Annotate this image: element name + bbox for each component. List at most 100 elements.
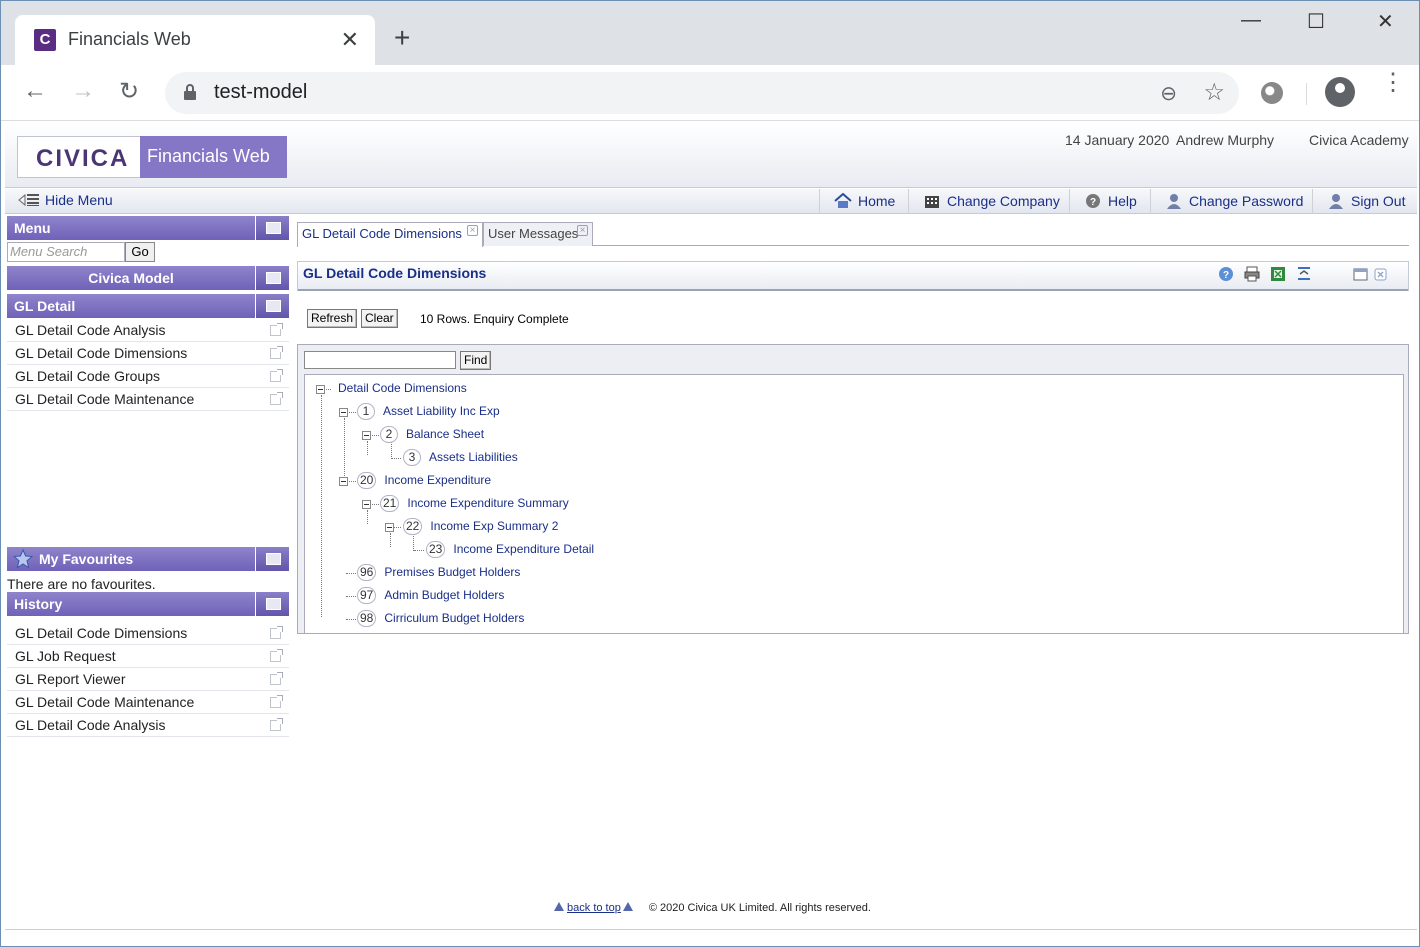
tree-node[interactable]: 21 Income Expenditure Summary [380, 494, 569, 514]
tree-connector [344, 418, 345, 478]
minimize-icon[interactable]: — [1241, 9, 1261, 32]
change-company-link[interactable]: Change Company [908, 189, 1060, 214]
panel-header: GL Detail Code Dimensions ? [297, 261, 1409, 291]
history-item[interactable]: GL Detail Code Maintenance [7, 691, 289, 714]
close-panel-icon[interactable] [1373, 266, 1389, 282]
back-icon[interactable]: ← [23, 77, 47, 105]
tree-node[interactable]: 98 Cirriculum Budget Holders [357, 609, 524, 629]
sidebar-item-gl-detail-code-maintenance[interactable]: GL Detail Code Maintenance [7, 388, 289, 411]
tree-node[interactable]: 3 Assets Liabilities [403, 448, 518, 468]
history-item[interactable]: GL Report Viewer [7, 668, 289, 691]
favourites-toggle-icon[interactable] [255, 547, 289, 571]
open-external-icon[interactable] [270, 369, 283, 382]
tree-node-label: Income Expenditure Detail [453, 542, 595, 556]
menu-search-go-button[interactable]: Go [125, 242, 155, 262]
close-tab-icon[interactable]: × [467, 225, 478, 236]
help-icon[interactable]: ? [1218, 266, 1234, 282]
tree-connector [346, 596, 356, 597]
open-external-icon[interactable] [270, 323, 283, 336]
extension-icon[interactable] [1261, 82, 1283, 104]
print-icon[interactable] [1244, 266, 1260, 282]
collapse-toggle-icon[interactable] [385, 523, 394, 532]
change-password-link[interactable]: Change Password [1150, 189, 1303, 214]
history-item[interactable]: GL Detail Code Dimensions [7, 622, 289, 645]
close-tab-icon[interactable]: ✕ [341, 27, 359, 53]
tree-root-node[interactable]: Detail Code Dimensions [338, 379, 467, 399]
sidebar-item-label: GL Detail Code Groups [15, 368, 160, 384]
tab-user-messages[interactable]: User Messages × [483, 222, 593, 246]
gl-detail-header[interactable]: GL Detail [7, 294, 289, 318]
collapse-toggle-icon[interactable] [316, 385, 325, 394]
collapse-panel-icon[interactable] [1296, 266, 1312, 282]
sidebar-item-gl-detail-code-analysis[interactable]: GL Detail Code Analysis [7, 319, 289, 342]
reload-icon[interactable]: ↻ [119, 77, 139, 106]
hide-menu-button[interactable]: Hide Menu [17, 192, 113, 208]
tree-node[interactable]: 22 Income Exp Summary 2 [403, 517, 558, 537]
open-external-icon[interactable] [270, 346, 283, 359]
open-external-icon[interactable] [270, 649, 283, 662]
open-external-icon[interactable] [270, 626, 283, 639]
open-external-icon[interactable] [270, 718, 283, 731]
civica-model-title: Civica Model [88, 270, 174, 286]
tree-node-label: Assets Liabilities [429, 450, 518, 464]
civica-model-header[interactable]: Civica Model [7, 266, 289, 290]
tree-node[interactable]: 23 Income Expenditure Detail [426, 540, 594, 560]
address-bar[interactable]: test-model ⊖ ☆ [165, 72, 1239, 114]
bookmark-star-icon[interactable]: ☆ [1203, 78, 1225, 107]
open-external-icon[interactable] [270, 392, 283, 405]
tab-gl-detail-code-dimensions[interactable]: GL Detail Code Dimensions × [297, 222, 483, 247]
sidebar-item-gl-detail-code-groups[interactable]: GL Detail Code Groups [7, 365, 289, 388]
civica-model-toggle-icon[interactable] [255, 266, 289, 290]
history-item[interactable]: GL Job Request [7, 645, 289, 668]
open-external-icon[interactable] [270, 672, 283, 685]
forward-icon[interactable]: → [71, 77, 95, 105]
home-link[interactable]: Home [819, 189, 895, 214]
tree-node[interactable]: 97 Admin Budget Holders [357, 586, 504, 606]
history-toggle-icon[interactable] [255, 592, 289, 616]
tree-node[interactable]: 20 Income Expenditure [357, 471, 491, 491]
history-item[interactable]: GL Detail Code Analysis [7, 714, 289, 737]
civica-favicon-icon: C [34, 29, 56, 51]
history-header[interactable]: History [7, 592, 289, 616]
profile-avatar-icon[interactable] [1325, 77, 1355, 107]
close-window-icon[interactable]: ✕ [1377, 9, 1394, 34]
browser-tab[interactable]: C Financials Web ✕ [15, 15, 375, 65]
open-external-icon[interactable] [270, 695, 283, 708]
help-label: Help [1108, 193, 1137, 209]
collapse-toggle-icon[interactable] [362, 431, 371, 440]
sign-out-label: Sign Out [1351, 193, 1406, 209]
refresh-button[interactable]: Refresh [307, 309, 358, 328]
find-button[interactable]: Find [460, 351, 492, 370]
tab-label: User Messages [488, 226, 579, 241]
find-input[interactable] [304, 351, 456, 369]
close-tab-icon[interactable]: × [577, 225, 588, 236]
back-to-top-link[interactable]: back to top [567, 902, 621, 914]
tree-node-code: 98 [357, 610, 377, 627]
menu-panel-toggle-icon[interactable] [255, 216, 289, 240]
tree-node[interactable]: 1 Asset Liability Inc Exp [357, 402, 500, 422]
tree-node-code: 3 [403, 449, 421, 466]
sidebar-item-gl-detail-code-dimensions[interactable]: GL Detail Code Dimensions [7, 342, 289, 365]
float-window-icon[interactable] [1353, 266, 1369, 282]
help-link[interactable]: ? Help [1069, 189, 1137, 214]
tree-node[interactable]: 96 Premises Budget Holders [357, 563, 520, 583]
excel-export-icon[interactable] [1270, 266, 1286, 282]
sidebar: Menu Menu Search Go Civica Model GL Deta… [7, 216, 289, 737]
maximize-icon[interactable]: ☐ [1307, 9, 1325, 34]
collapse-toggle-icon[interactable] [339, 408, 348, 417]
new-tab-icon[interactable]: + [394, 23, 410, 53]
sign-out-link[interactable]: Sign Out [1312, 189, 1405, 214]
collapse-toggle-icon[interactable] [339, 477, 348, 486]
favourites-header[interactable]: My Favourites [7, 547, 289, 571]
browser-menu-icon[interactable]: ⋮ [1381, 71, 1405, 95]
tree-container: Find Detail Code Dimensions 1 Asset Liab… [297, 344, 1409, 634]
menu-search-input[interactable]: Menu Search [7, 242, 125, 262]
header-date: 14 January 2020 [1065, 132, 1170, 148]
gl-detail-toggle-icon[interactable] [255, 294, 289, 318]
collapse-toggle-icon[interactable] [362, 500, 371, 509]
tree-node[interactable]: 2 Balance Sheet [380, 425, 484, 445]
clear-button[interactable]: Clear [361, 309, 398, 328]
zoom-icon[interactable]: ⊖ [1160, 81, 1177, 106]
url-text[interactable]: test-model [214, 81, 307, 104]
up-arrow-icon [554, 902, 565, 911]
